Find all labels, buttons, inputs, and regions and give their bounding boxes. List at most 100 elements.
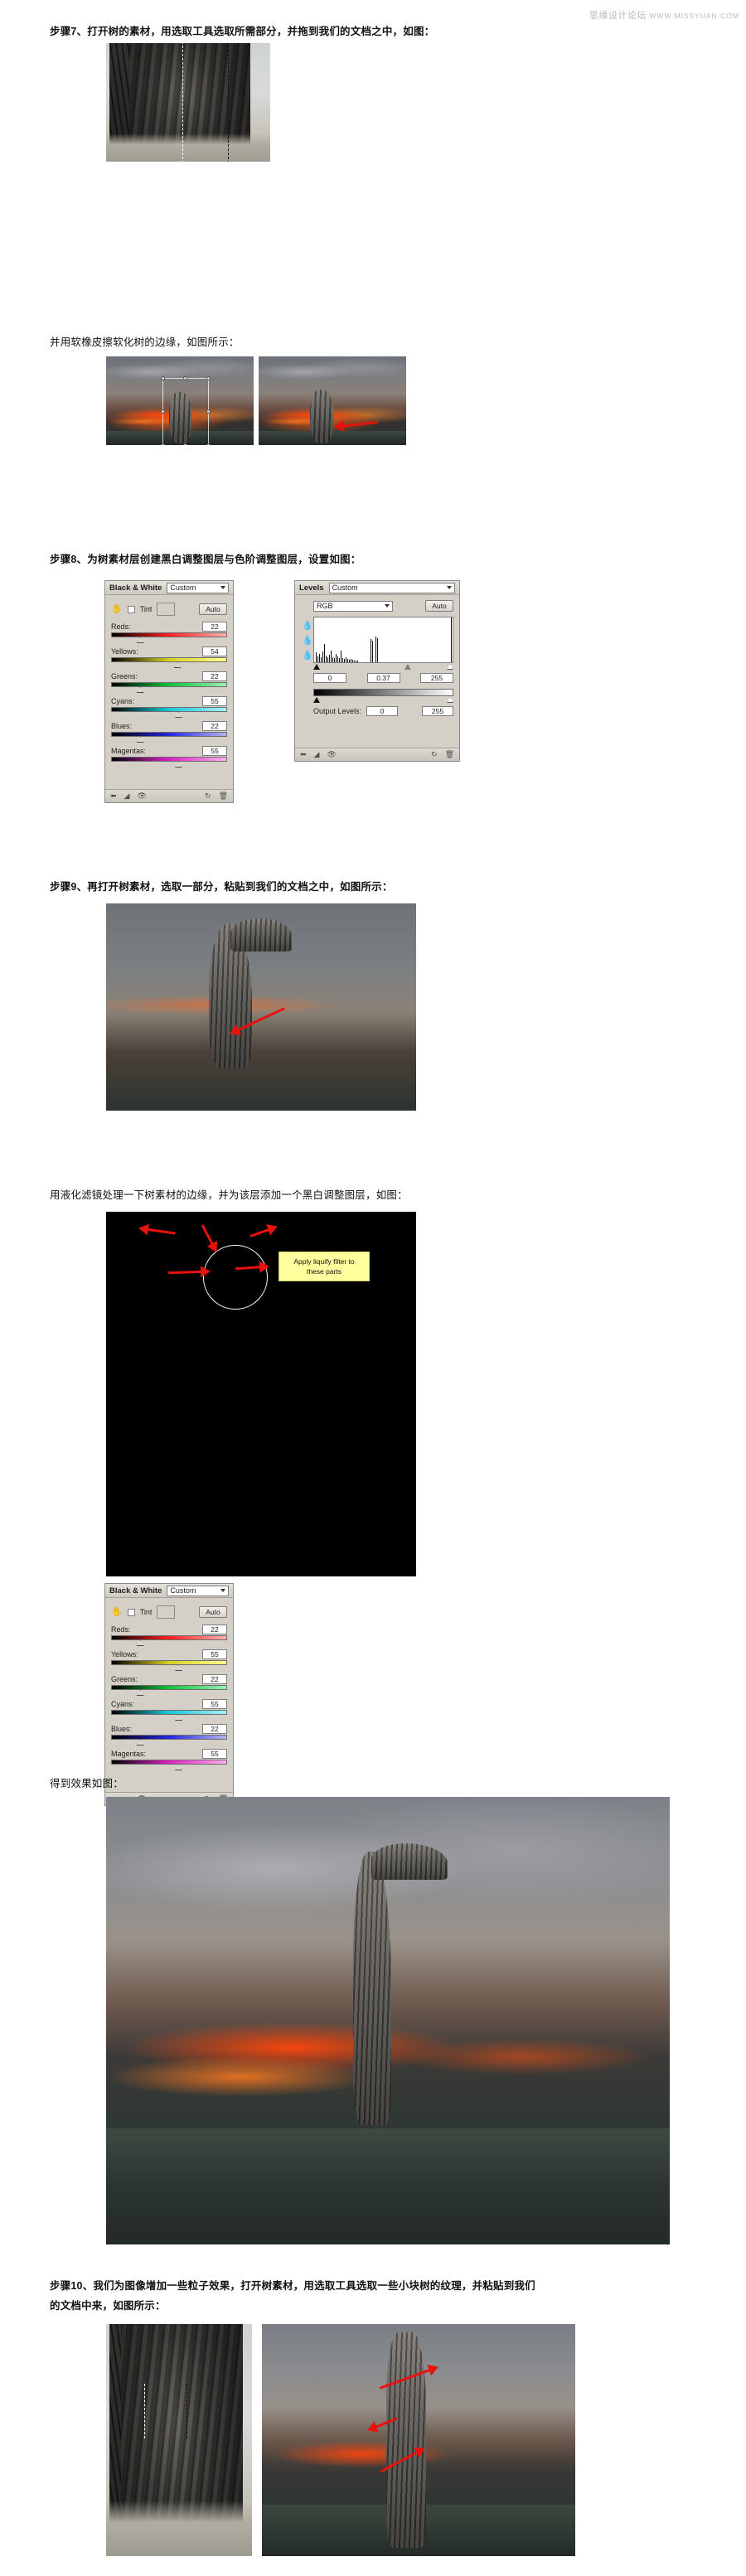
panel-footer[interactable]: ⬅ ◢ 👁 ↻ 🗑 [295,748,459,761]
final-result-image [106,1797,670,2244]
eyedropper-black-icon[interactable]: 💧 [302,620,313,631]
bw-channel-cyans: Cyans: 55 [111,696,227,718]
panel-titlebar: Levels Custom [295,581,459,595]
eye-icon[interactable]: 👁 [137,792,146,801]
delete-icon[interactable]: 🗑 [219,792,228,801]
liquify-illustration: Apply liquify filter to these parts [106,1212,416,1576]
channel-value[interactable]: 54 [202,646,227,656]
channel-value[interactable]: 22 [202,1674,227,1684]
eye-icon[interactable]: 👁 [327,750,336,759]
clip-layer-icon[interactable]: ⬅ [300,750,307,759]
channel-label: Magentas: [111,1750,147,1758]
tint-color-swatch[interactable] [157,603,176,616]
channel-slider[interactable] [111,1635,227,1646]
black-white-panel-1[interactable]: Black & White Custom ✋ Tint Auto Reds: 22 [104,580,234,803]
annotation-arrow [249,1221,280,1238]
free-transform-box[interactable] [161,376,211,445]
preset-value: Custom [170,583,196,592]
levels-gamma-slider[interactable] [404,664,411,670]
levels-white-slider[interactable] [447,664,453,670]
tint-checkbox[interactable] [127,605,135,613]
channel-value[interactable]: 22 [202,671,227,681]
preset-select[interactable]: Custom [167,582,229,593]
black-white-panel-2[interactable]: Black & White Custom ✋ Tint Auto Reds: 22 [104,1583,234,1806]
channel-select[interactable]: RGB [313,600,393,612]
channel-value[interactable]: 55 [202,1749,227,1759]
panel-titlebar: Black & White Custom [105,1584,233,1598]
channel-value[interactable]: 22 [202,622,227,632]
auto-button[interactable]: Auto [425,600,453,612]
output-white-field[interactable]: 255 [422,706,453,716]
clip-layer-icon[interactable]: ⬅ [110,792,117,801]
input-gamma-field[interactable]: 0.37 [366,673,400,683]
auto-button[interactable]: Auto [199,1606,227,1618]
bw-channel-greens: Greens: 22 [111,671,227,693]
watermark-cn: 思缘设计论坛 [589,11,647,21]
preset-value: Custom [332,583,358,592]
bottom-tree-source [106,2324,252,2556]
output-black-field[interactable]: 0 [366,706,399,716]
hand-target-icon[interactable]: ✋ [111,604,123,614]
bottom-composite [262,2324,575,2556]
mask-icon[interactable]: ◢ [124,792,130,801]
composite-preview-right [259,356,406,445]
channel-label: Cyans: [111,697,135,705]
hand-target-icon[interactable]: ✋ [111,1607,123,1617]
tint-color-swatch[interactable] [157,1605,176,1619]
bw-channel-reds: Reds: 22 [111,1625,227,1646]
auto-button[interactable]: Auto [199,603,227,615]
channel-slider[interactable] [111,1710,227,1721]
channel-label: Reds: [111,622,131,631]
channel-label: Reds: [111,1625,131,1634]
step8-heading: 步骤8、为树素材层创建黑白调整图层与色阶调整图层，设置如图： [50,554,361,565]
bw-channels-2: Reds: 22 Yellows: 55 Greens: 22 Cyans: 55 Bl… [111,1625,227,1770]
tint-checkbox[interactable] [127,1608,135,1616]
reset-icon[interactable]: ↻ [431,750,438,759]
channel-slider[interactable] [111,657,227,668]
eraser-caption: 并用软橡皮擦软化树的边缘，如图所示： [50,337,240,348]
channel-value[interactable]: 22 [202,1724,227,1734]
channel-value[interactable]: 22 [202,1625,227,1634]
bw-channel-greens: Greens: 22 [111,1674,227,1696]
channel-slider[interactable] [111,682,227,693]
input-black-field[interactable]: 0 [313,673,346,683]
channel-slider[interactable] [111,757,227,767]
channel-slider[interactable] [111,732,227,743]
step7-heading: 步骤7、打开树的素材，用选取工具选取所需部分，并拖到我们的文档之中，如图： [50,26,435,37]
eyedropper-gray-icon[interactable]: 💧 [302,635,313,646]
input-white-field[interactable]: 255 [420,673,453,683]
delete-icon[interactable]: 🗑 [445,750,454,759]
channel-value[interactable]: 55 [202,1699,227,1709]
bw-channel-reds: Reds: 22 [111,622,227,643]
preset-select[interactable]: Custom [167,1585,229,1596]
panel-footer[interactable]: ⬅ ◢ 👁 ↻ 🗑 [105,789,233,802]
channel-value[interactable]: 55 [202,1649,227,1659]
selection-marquee [182,43,229,162]
output-black-slider[interactable] [313,697,320,703]
levels-black-slider[interactable] [313,664,320,670]
chevron-down-icon [385,604,390,608]
channel-label: Blues: [111,1725,133,1733]
output-white-slider[interactable] [447,697,453,703]
tree-source-photo [106,43,270,162]
bw-channel-magentas: Magentas: 55 [111,746,227,767]
eyedropper-white-icon[interactable]: 💧 [302,650,313,661]
channel-slider[interactable] [111,632,227,643]
composite-preview-left [106,356,254,445]
channel-value: RGB [317,602,333,610]
levels-panel[interactable]: Levels Custom RGB Auto 💧 💧 💧 0 0.37 255 … [294,580,460,762]
channel-slider[interactable] [111,1685,227,1696]
mask-icon[interactable]: ◢ [314,750,320,759]
channel-value[interactable]: 55 [202,696,227,706]
output-ramp [313,689,453,696]
channel-slider[interactable] [111,1735,227,1746]
channel-slider[interactable] [111,1660,227,1671]
channel-slider[interactable] [111,1760,227,1770]
step9-preview [106,903,416,1111]
reset-icon[interactable]: ↻ [205,792,211,801]
channel-value[interactable]: 22 [202,721,227,731]
channel-slider[interactable] [111,707,227,718]
bw-channel-blues: Blues: 22 [111,1724,227,1746]
preset-select[interactable]: Custom [328,582,455,593]
channel-value[interactable]: 55 [202,746,227,756]
